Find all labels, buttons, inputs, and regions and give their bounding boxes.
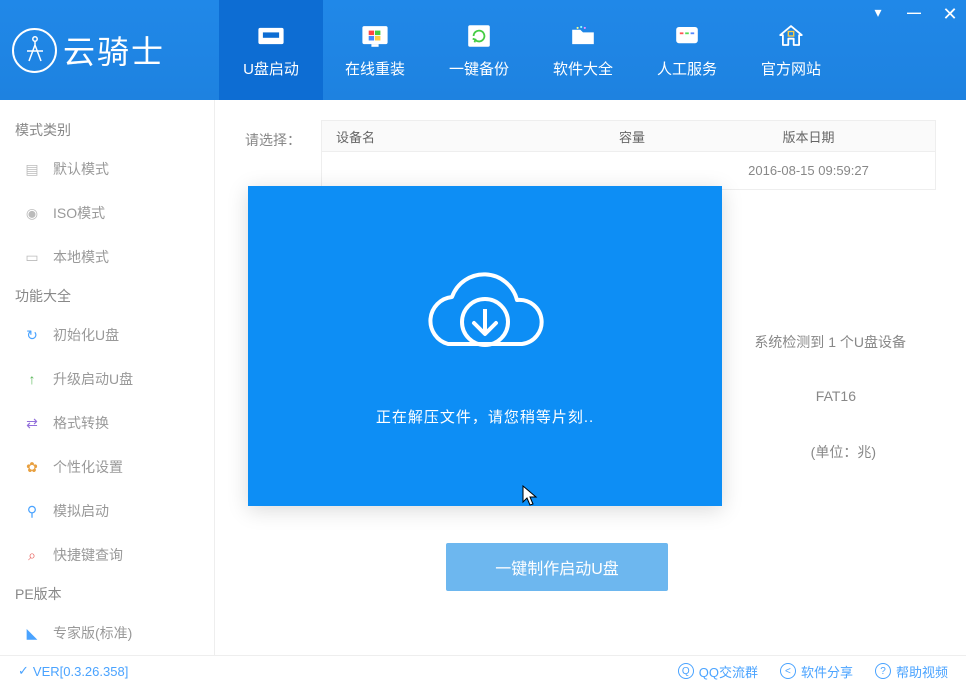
sidebar-shortcut-query[interactable]: ⌕快捷键查询 [10, 534, 204, 576]
gear-icon: ✿ [23, 458, 41, 476]
nav-usb-boot[interactable]: U盘启动 [219, 0, 323, 100]
select-label: 请选择： [245, 130, 301, 150]
sidebar-format-convert[interactable]: ⇄格式转换 [10, 402, 204, 444]
folder-icon [565, 22, 601, 50]
link-icon: ⚲ [23, 502, 41, 520]
nav-software[interactable]: 软件大全 [531, 0, 635, 100]
cursor-icon [522, 485, 540, 512]
version-label[interactable]: ✓ VER[0.3.26.358] [18, 663, 128, 679]
format-hint-text: FAT16 [816, 388, 856, 404]
sidebar-init-usb[interactable]: ↻初始化U盘 [10, 314, 204, 356]
logo-area: 云骑士 [0, 27, 219, 73]
device-table: 设备名 容量 版本日期 2016-08-15 09:59:27 [321, 120, 936, 190]
minimize-button[interactable]: — [906, 4, 922, 25]
footer: ✓ VER[0.3.26.358] QQQ交流群 <软件分享 ?帮助视频 [0, 655, 966, 686]
sidebar-mode-local[interactable]: ▭本地模式 [10, 236, 204, 278]
sidebar-pe-expert[interactable]: ◣专家版(标准) [10, 612, 204, 654]
app-title: 云骑士 [63, 27, 165, 73]
footer-share[interactable]: <软件分享 [780, 662, 853, 681]
section-func-title: 功能大全 [15, 286, 199, 306]
nav-backup[interactable]: 一键备份 [427, 0, 531, 100]
close-button[interactable]: ✕ [942, 4, 958, 25]
check-icon: ✓ [18, 663, 29, 679]
up-arrow-icon: ↑ [23, 370, 41, 388]
detected-count-text: 系统检测到 1 个U盘设备 [754, 332, 906, 352]
unit-hint-text: (单位：兆) [811, 442, 876, 462]
footer-help-video[interactable]: ?帮助视频 [875, 662, 948, 681]
sidebar: 模式类别 ▤默认模式 ◉ISO模式 ▭本地模式 功能大全 ↻初始化U盘 ↑升级启… [0, 100, 215, 655]
share-icon: < [780, 663, 796, 679]
home-icon [773, 22, 809, 50]
logo-icon [12, 28, 57, 73]
footer-links: QQQ交流群 <软件分享 ?帮助视频 [678, 662, 948, 681]
section-pe-title: PE版本 [15, 584, 199, 604]
swap-icon: ⇄ [23, 414, 41, 432]
table-row[interactable]: 2016-08-15 09:59:27 [321, 152, 936, 190]
sidebar-mode-iso[interactable]: ◉ISO模式 [10, 192, 204, 234]
refresh-icon: ↻ [23, 326, 41, 344]
monitor-icon: ▭ [23, 248, 41, 266]
progress-modal: 正在解压文件，请您稍等片刻.. [248, 186, 722, 506]
modal-message: 正在解压文件，请您稍等片刻.. [376, 406, 594, 427]
nav-website[interactable]: 官方网站 [739, 0, 843, 100]
titlebar: 云骑士 U盘启动 在线重装 一键备份 软件大全 人工服务 官方网站 ▾ — ✕ [0, 0, 966, 100]
refresh-icon [461, 22, 497, 50]
window-controls: ▾ — ✕ [870, 4, 958, 25]
nav-service[interactable]: 人工服务 [635, 0, 739, 100]
sidebar-upgrade-usb[interactable]: ↑升级启动U盘 [10, 358, 204, 400]
cloud-download-icon [410, 266, 560, 376]
bookmark-icon: ◣ [23, 624, 41, 642]
usb-icon [253, 22, 289, 50]
iso-icon: ◉ [23, 204, 41, 222]
nav-online-reinstall[interactable]: 在线重装 [323, 0, 427, 100]
windows-icon [357, 22, 393, 50]
help-icon: ? [875, 663, 891, 679]
qq-icon: Q [678, 663, 694, 679]
search-icon: ⌕ [23, 546, 41, 564]
footer-qq-group[interactable]: QQQ交流群 [678, 662, 758, 681]
sidebar-mode-default[interactable]: ▤默认模式 [10, 148, 204, 190]
menu-button[interactable]: ▾ [870, 4, 886, 25]
create-boot-usb-button[interactable]: 一键制作启动U盘 [446, 543, 668, 591]
table-header: 设备名 容量 版本日期 [321, 120, 936, 152]
default-mode-icon: ▤ [23, 160, 41, 178]
section-mode-title: 模式类别 [15, 120, 199, 140]
sidebar-personalize[interactable]: ✿个性化设置 [10, 446, 204, 488]
chat-icon [669, 22, 705, 50]
sidebar-simulate-boot[interactable]: ⚲模拟启动 [10, 490, 204, 532]
device-select-row: 请选择： 设备名 容量 版本日期 2016-08-15 09:59:27 [245, 120, 936, 190]
